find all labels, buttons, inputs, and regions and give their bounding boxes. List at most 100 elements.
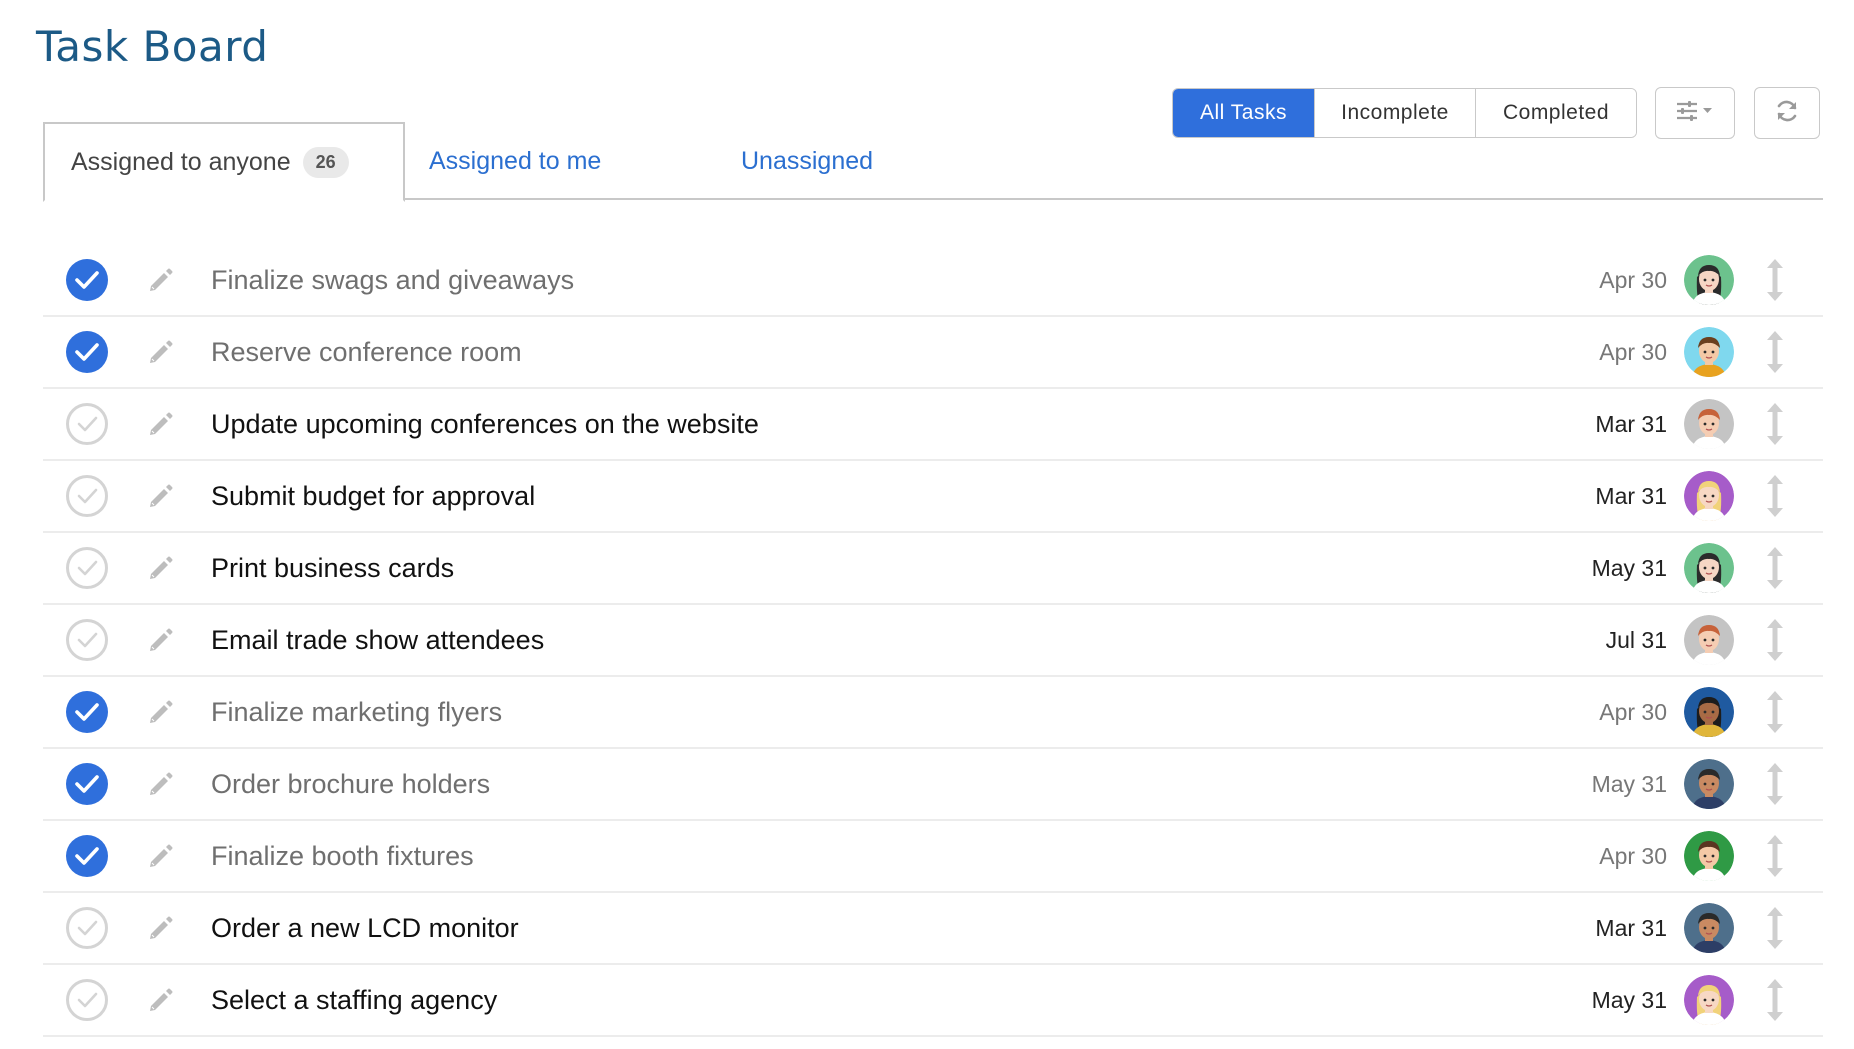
tab-label: Assigned to anyone bbox=[71, 147, 291, 176]
assignee-avatar[interactable] bbox=[1684, 255, 1734, 305]
drag-handle-icon[interactable] bbox=[1763, 473, 1787, 519]
due-date: Apr 30 bbox=[1599, 698, 1667, 725]
tab-unassigned[interactable]: Unassigned bbox=[741, 122, 873, 200]
assignee-avatar[interactable] bbox=[1684, 471, 1734, 521]
checkmark-outline-icon bbox=[76, 487, 98, 505]
due-date: Apr 30 bbox=[1599, 338, 1667, 365]
edit-task-button[interactable] bbox=[139, 330, 183, 374]
edit-task-button[interactable] bbox=[139, 402, 183, 446]
due-date: May 31 bbox=[1591, 986, 1667, 1013]
checkmark-icon bbox=[74, 342, 100, 362]
task-count-badge: 26 bbox=[302, 146, 349, 178]
checkmark-outline-icon bbox=[76, 415, 98, 433]
drag-handle-icon[interactable] bbox=[1763, 905, 1787, 951]
pencil-icon bbox=[147, 338, 175, 366]
task-row: Order a new LCD monitor Mar 31 bbox=[43, 893, 1823, 965]
due-date: May 31 bbox=[1591, 554, 1667, 581]
edit-task-button[interactable] bbox=[139, 474, 183, 518]
drag-handle-icon[interactable] bbox=[1763, 617, 1787, 663]
drag-handle-icon[interactable] bbox=[1763, 401, 1787, 447]
task-title[interactable]: Finalize swags and giveaways bbox=[211, 265, 574, 296]
task-row: Finalize marketing flyers Apr 30 bbox=[43, 677, 1823, 749]
pencil-icon bbox=[147, 770, 175, 798]
edit-task-button[interactable] bbox=[139, 762, 183, 806]
pencil-icon bbox=[147, 698, 175, 726]
assignment-tabs: Assigned to anyone 26 Assigned to me Una… bbox=[43, 122, 1823, 202]
drag-handle-icon[interactable] bbox=[1763, 257, 1787, 303]
drag-handle-icon[interactable] bbox=[1763, 545, 1787, 591]
complete-checkbox[interactable] bbox=[66, 763, 108, 805]
task-row: Select a staffing agency May 31 bbox=[43, 965, 1823, 1037]
task-title[interactable]: Finalize booth fixtures bbox=[211, 841, 474, 872]
pencil-icon bbox=[147, 482, 175, 510]
task-row: Reserve conference room Apr 30 bbox=[43, 317, 1823, 389]
assignee-avatar[interactable] bbox=[1684, 687, 1734, 737]
pencil-icon bbox=[147, 914, 175, 942]
drag-handle-icon[interactable] bbox=[1763, 833, 1787, 879]
due-date: Mar 31 bbox=[1595, 410, 1667, 437]
edit-task-button[interactable] bbox=[139, 618, 183, 662]
edit-task-button[interactable] bbox=[139, 906, 183, 950]
task-title[interactable]: Update upcoming conferences on the websi… bbox=[211, 409, 759, 440]
due-date: Apr 30 bbox=[1599, 842, 1667, 869]
complete-checkbox[interactable] bbox=[66, 475, 108, 517]
edit-task-button[interactable] bbox=[139, 834, 183, 878]
complete-checkbox[interactable] bbox=[66, 259, 108, 301]
complete-checkbox[interactable] bbox=[66, 403, 108, 445]
complete-checkbox[interactable] bbox=[66, 907, 108, 949]
tab-assigned-to-me[interactable]: Assigned to me bbox=[429, 122, 601, 200]
task-title[interactable]: Finalize marketing flyers bbox=[211, 697, 502, 728]
task-row: Order brochure holders May 31 bbox=[43, 749, 1823, 821]
task-row: Print business cards May 31 bbox=[43, 533, 1823, 605]
edit-task-button[interactable] bbox=[139, 690, 183, 734]
complete-checkbox[interactable] bbox=[66, 691, 108, 733]
checkmark-icon bbox=[74, 774, 100, 794]
task-row: Finalize booth fixtures Apr 30 bbox=[43, 821, 1823, 893]
task-title[interactable]: Select a staffing agency bbox=[211, 985, 497, 1016]
assignee-avatar[interactable] bbox=[1684, 399, 1734, 449]
assignee-avatar[interactable] bbox=[1684, 615, 1734, 665]
due-date: Mar 31 bbox=[1595, 914, 1667, 941]
task-title[interactable]: Reserve conference room bbox=[211, 337, 522, 368]
edit-task-button[interactable] bbox=[139, 258, 183, 302]
pencil-icon bbox=[147, 266, 175, 294]
pencil-icon bbox=[147, 626, 175, 654]
complete-checkbox[interactable] bbox=[66, 547, 108, 589]
complete-checkbox[interactable] bbox=[66, 979, 108, 1021]
task-title[interactable]: Submit budget for approval bbox=[211, 481, 535, 512]
assignee-avatar[interactable] bbox=[1684, 327, 1734, 377]
checkmark-outline-icon bbox=[76, 919, 98, 937]
checkmark-icon bbox=[74, 702, 100, 722]
drag-handle-icon[interactable] bbox=[1763, 761, 1787, 807]
drag-handle-icon[interactable] bbox=[1763, 977, 1787, 1023]
edit-task-button[interactable] bbox=[139, 978, 183, 1022]
complete-checkbox[interactable] bbox=[66, 331, 108, 373]
assignee-avatar[interactable] bbox=[1684, 903, 1734, 953]
pencil-icon bbox=[147, 410, 175, 438]
checkmark-outline-icon bbox=[76, 991, 98, 1009]
assignee-avatar[interactable] bbox=[1684, 543, 1734, 593]
task-row: Finalize swags and giveaways Apr 30 bbox=[43, 245, 1823, 317]
edit-task-button[interactable] bbox=[139, 546, 183, 590]
pencil-icon bbox=[147, 842, 175, 870]
complete-checkbox[interactable] bbox=[66, 835, 108, 877]
assignee-avatar[interactable] bbox=[1684, 975, 1734, 1025]
pencil-icon bbox=[147, 554, 175, 582]
task-title[interactable]: Email trade show attendees bbox=[211, 625, 544, 656]
page-title: Task Board bbox=[36, 22, 269, 71]
tab-assigned-to-anyone[interactable]: Assigned to anyone 26 bbox=[43, 122, 405, 202]
due-date: Apr 30 bbox=[1599, 266, 1667, 293]
assignee-avatar[interactable] bbox=[1684, 831, 1734, 881]
task-row: Submit budget for approval Mar 31 bbox=[43, 461, 1823, 533]
assignee-avatar[interactable] bbox=[1684, 759, 1734, 809]
checkmark-outline-icon bbox=[76, 559, 98, 577]
drag-handle-icon[interactable] bbox=[1763, 329, 1787, 375]
complete-checkbox[interactable] bbox=[66, 619, 108, 661]
checkmark-icon bbox=[74, 270, 100, 290]
pencil-icon bbox=[147, 986, 175, 1014]
task-title[interactable]: Order a new LCD monitor bbox=[211, 913, 519, 944]
task-title[interactable]: Order brochure holders bbox=[211, 769, 490, 800]
due-date: May 31 bbox=[1591, 770, 1667, 797]
drag-handle-icon[interactable] bbox=[1763, 689, 1787, 735]
task-title[interactable]: Print business cards bbox=[211, 553, 454, 584]
